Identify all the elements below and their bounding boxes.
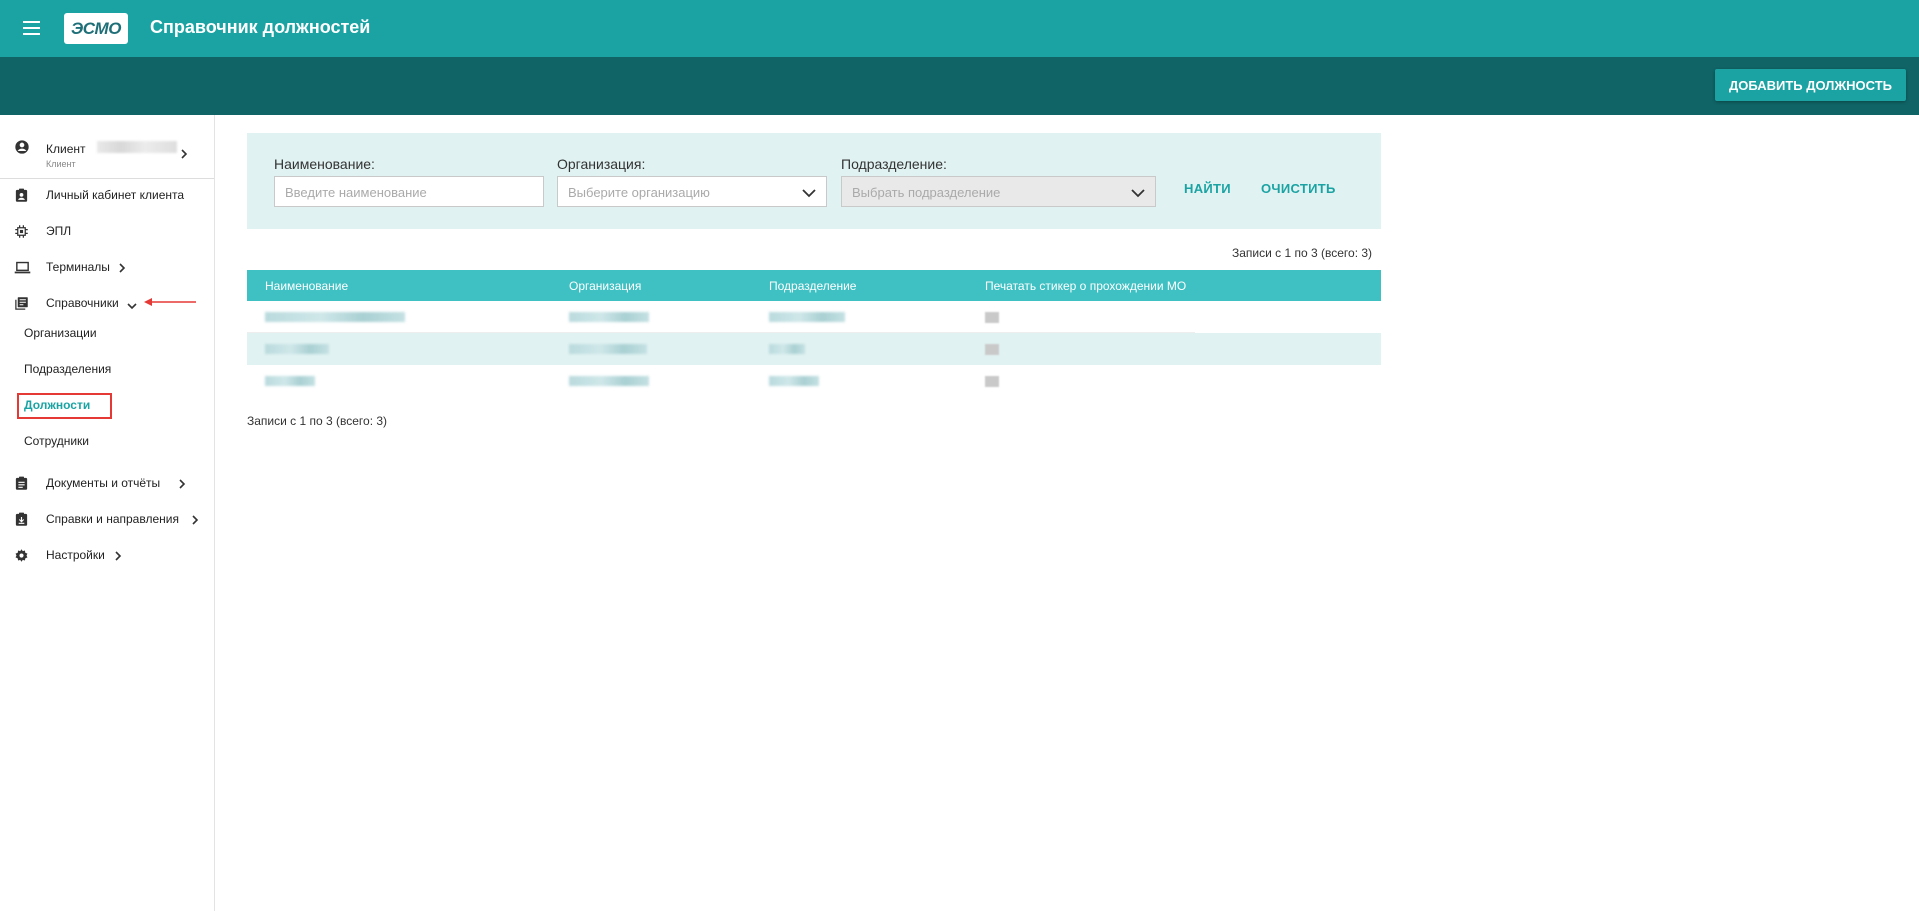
menu-icon[interactable] [20, 17, 44, 39]
chevron-right-icon [178, 478, 186, 492]
clipboard-icon [14, 476, 29, 494]
sidebar: Клиент Клиент Личный кабинет клиента ЭПЛ… [0, 115, 215, 911]
chevron-down-icon [802, 186, 816, 201]
find-button[interactable]: НАЙТИ [1184, 181, 1231, 196]
sidebar-item-label: Справочники [46, 296, 119, 310]
sidebar-subitem-employees[interactable]: Сотрудники [24, 434, 89, 454]
org-filter-placeholder: Выберите организацию [568, 185, 710, 200]
cell-name-redacted [265, 376, 315, 386]
sidebar-subitem-departments[interactable]: Подразделения [24, 362, 111, 382]
table-header: Наименование Организация Подразделение П… [247, 270, 1381, 301]
sidebar-subitem-organizations[interactable]: Организации [24, 326, 97, 346]
cell-organization-redacted [569, 312, 649, 322]
add-position-button[interactable]: ДОБАВИТЬ ДОЛЖНОСТЬ [1714, 69, 1906, 101]
name-filter-input[interactable]: Введите наименование [274, 176, 544, 207]
page-title: Справочник должностей [150, 17, 371, 37]
client-name-redacted [97, 141, 177, 153]
print-sticker-checkbox[interactable] [985, 344, 999, 355]
cell-department-redacted [769, 376, 819, 386]
cell-organization-redacted [569, 376, 649, 386]
action-bar: ДОБАВИТЬ ДОЛЖНОСТЬ [0, 57, 1919, 115]
sidebar-item-label: Документы и отчёты [46, 476, 161, 490]
chevron-right-icon [118, 262, 126, 276]
name-filter-label: Наименование: [274, 156, 375, 172]
org-filter-label: Организация: [557, 156, 646, 172]
column-header-organization[interactable]: Организация [569, 279, 641, 293]
client-sublabel: Клиент [46, 159, 76, 169]
cell-department-redacted [769, 312, 845, 322]
column-header-print-sticker[interactable]: Печатать стикер о прохождении МО [985, 279, 1186, 293]
print-sticker-checkbox[interactable] [985, 376, 999, 387]
annotation-arrow-icon [144, 294, 198, 312]
sidebar-item-label: Справки и направления [46, 512, 179, 526]
top-bar: ЭСМО Справочник должностей [0, 0, 1919, 57]
dept-filter-select[interactable]: Выбрать подразделение [841, 176, 1156, 207]
sidebar-item-settings[interactable]: Настройки [0, 537, 214, 573]
client-selector[interactable]: Клиент Клиент [0, 125, 214, 179]
print-sticker-checkbox[interactable] [985, 312, 999, 323]
column-header-name[interactable]: Наименование [265, 279, 348, 293]
table-row[interactable] [247, 365, 1381, 397]
library-books-icon [14, 296, 29, 314]
cell-organization-redacted [569, 344, 647, 354]
chip-icon [14, 224, 29, 242]
dept-filter-label: Подразделение: [841, 156, 947, 172]
sidebar-item-epl[interactable]: ЭПЛ [0, 213, 214, 249]
sidebar-item-label: Личный кабинет клиента [46, 188, 185, 202]
row-divider [247, 332, 1195, 333]
gear-icon [14, 548, 29, 566]
positions-table: Наименование Организация Подразделение П… [247, 270, 1381, 397]
records-count-bottom: Записи с 1 по 3 (всего: 3) [247, 414, 388, 428]
filter-panel: Наименование: Введите наименование Орган… [247, 133, 1381, 229]
column-header-department[interactable]: Подразделение [769, 279, 856, 293]
account-box-icon [14, 188, 29, 206]
chevron-down-icon [1131, 186, 1145, 201]
sidebar-item-terminals[interactable]: Терминалы [0, 249, 214, 285]
records-count-top: Записи с 1 по 3 (всего: 3) [1232, 246, 1373, 260]
cell-department-redacted [769, 344, 805, 354]
clipboard-download-icon [14, 512, 29, 530]
sidebar-item-label: Настройки [46, 548, 105, 562]
annotation-highlight-box [17, 393, 112, 419]
sidebar-item-label: Терминалы [46, 260, 110, 274]
sidebar-item-certificates-referrals[interactable]: Справки и направления [0, 501, 214, 537]
cell-name-redacted [265, 344, 329, 354]
account-circle-icon [14, 139, 30, 160]
cell-name-redacted [265, 312, 405, 322]
table-row[interactable] [247, 301, 1381, 333]
laptop-icon [14, 260, 31, 278]
logo-text: ЭСМО [71, 18, 121, 38]
sidebar-item-label: ЭПЛ [46, 224, 72, 238]
dept-filter-placeholder: Выбрать подразделение [852, 185, 1001, 200]
sidebar-item-client-cabinet[interactable]: Личный кабинет клиента [0, 177, 214, 213]
org-filter-select[interactable]: Выберите организацию [557, 176, 827, 207]
client-label: Клиент [46, 142, 86, 156]
chevron-right-icon [114, 550, 122, 564]
clear-button[interactable]: ОЧИСТИТЬ [1261, 181, 1336, 196]
chevron-right-icon [180, 146, 188, 164]
table-row[interactable] [247, 333, 1381, 365]
logo[interactable]: ЭСМО [64, 13, 128, 44]
chevron-down-icon [127, 299, 137, 313]
sidebar-item-documents-reports[interactable]: Документы и отчёты [0, 465, 214, 501]
chevron-right-icon [191, 514, 199, 528]
